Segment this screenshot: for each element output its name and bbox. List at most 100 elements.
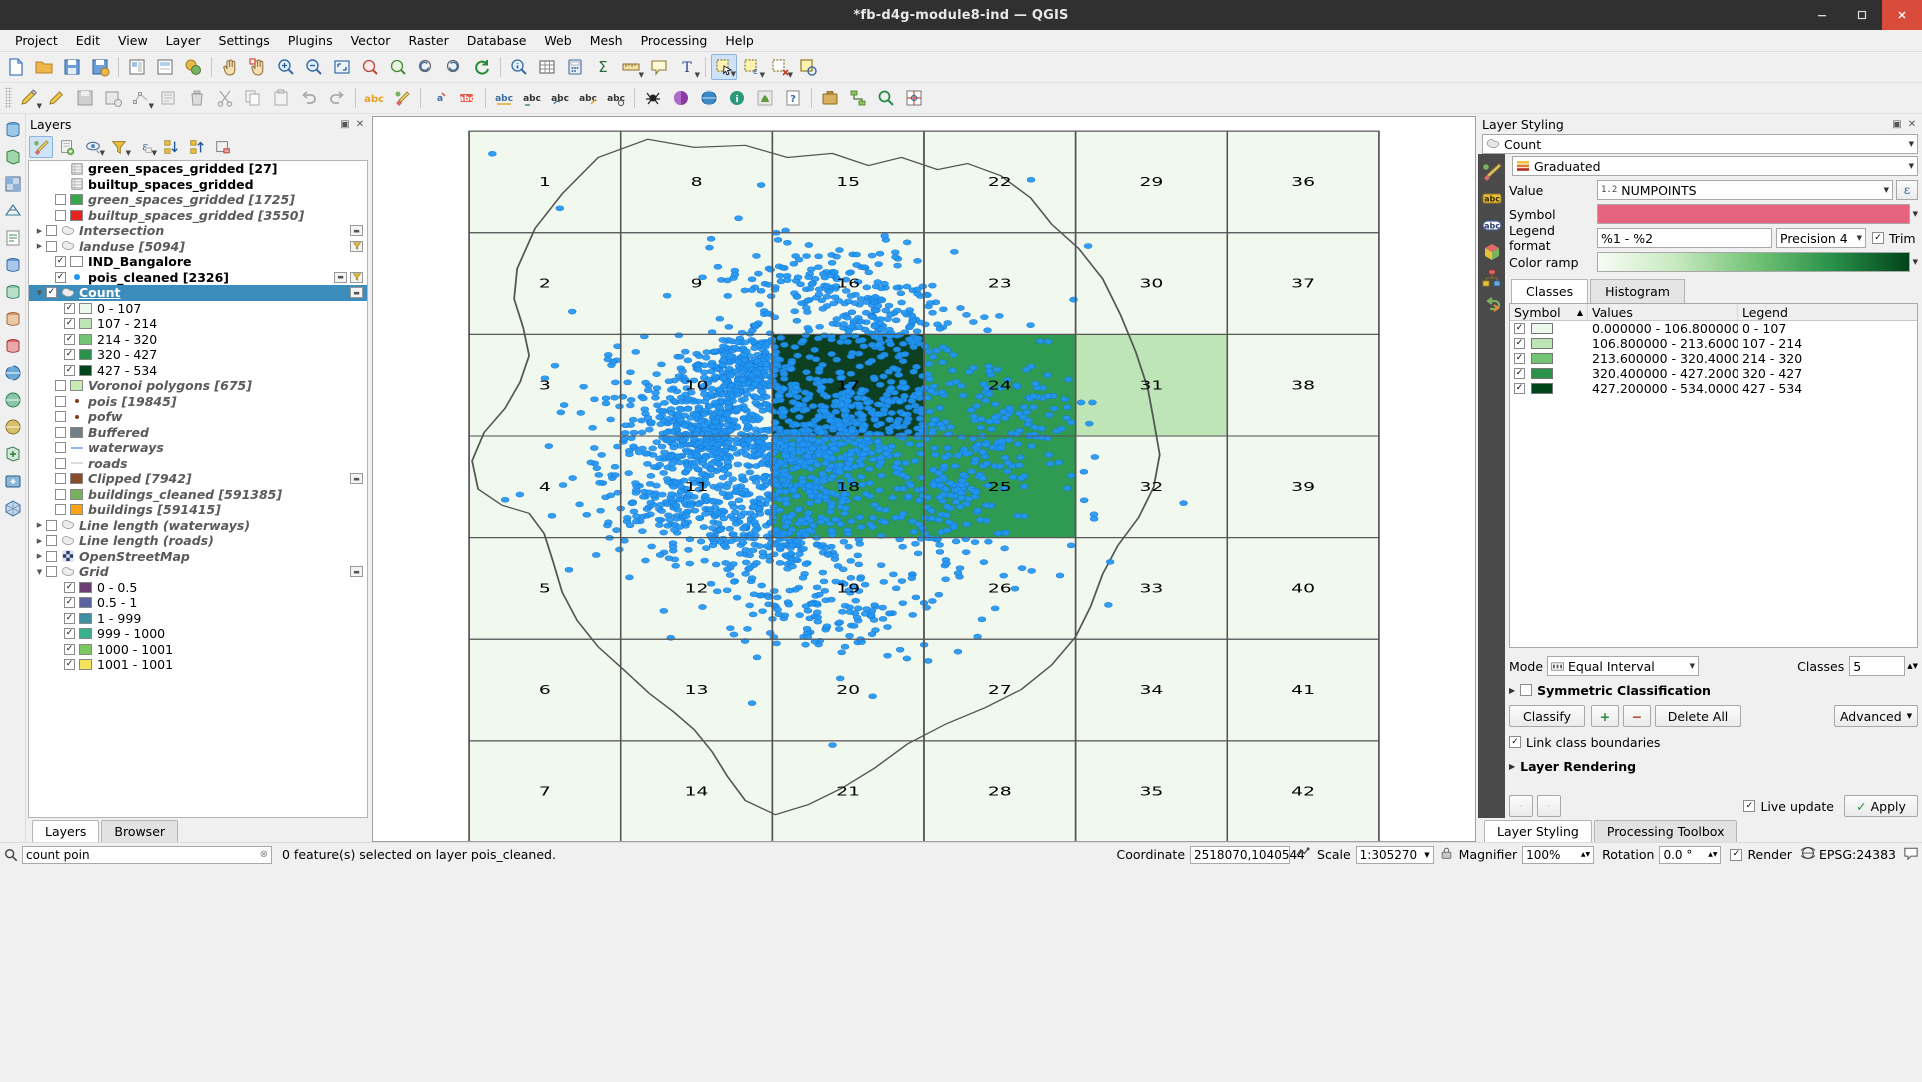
menu-project[interactable]: Project [6,31,67,50]
collapse-all-icon[interactable] [185,136,209,158]
redo-style-button[interactable] [1537,795,1561,817]
delete-class-button[interactable]: − [1623,705,1651,727]
toggle-extents-icon[interactable] [1296,846,1311,863]
identify-features-icon[interactable] [506,54,532,80]
layer-tree-item[interactable]: roads [29,456,367,472]
deselect-features-icon[interactable]: ▼ [767,54,793,80]
layer-selector-combo[interactable]: Count ▼ [1482,134,1918,154]
expression-editor-button[interactable]: ε [1896,180,1918,200]
filter-legend-icon[interactable]: ▼ [107,136,131,158]
clear-locator-icon[interactable]: ⊗ [260,849,268,860]
class-row[interactable]: ✓ 106.800000 - 213.600000107 - 214 [1510,336,1917,351]
tab-browser[interactable]: Browser [101,820,179,842]
chevron-down-icon[interactable]: ▼ [1913,210,1918,218]
expander-icon[interactable]: ▶ [1509,686,1515,695]
open-layer-styling-panel-icon[interactable] [29,136,53,158]
layer-tree-item[interactable]: builtup_spaces_gridded [3550] [29,208,367,224]
model-designer-icon[interactable] [845,85,871,111]
diagrams-icon[interactable] [1479,266,1504,291]
expander-icon[interactable]: ▶ [33,537,46,545]
class-legend-cell[interactable]: 214 - 320 [1738,351,1917,366]
layer-visibility-checkbox[interactable]: ✓ [64,333,75,345]
layer-tree-item[interactable]: Voronoi polygons [675] [29,378,367,394]
expand-all-icon[interactable] [159,136,183,158]
layer-tree-item[interactable]: ▶ Line length (waterways) [29,518,367,534]
layer-tree-item[interactable]: ✓ 1000 - 1001 [29,642,367,658]
layer-tree-item[interactable]: ✓ 0 - 0.5 [29,580,367,596]
filter-layer-icon[interactable] [350,271,363,283]
magnifier-input[interactable]: 100% ▲▼ [1522,845,1595,864]
layer-tree-item[interactable]: ✓ 999 - 1000 [29,626,367,642]
layer-visibility-checkbox[interactable]: ✓ [64,581,75,593]
chevron-down-icon[interactable]: ▼ [126,149,131,157]
labels-abc-yellow-icon[interactable]: abc [1479,185,1504,210]
plugin-purple-icon[interactable] [668,85,694,111]
layer-visibility-checkbox[interactable] [55,194,66,206]
remove-layer-icon[interactable] [211,136,235,158]
crs-label[interactable]: EPSG:24383 [1819,847,1896,862]
tab-processing-toolbox[interactable]: Processing Toolbox [1593,820,1738,842]
add-spatialite-layer-icon[interactable] [0,279,26,305]
menu-mesh[interactable]: Mesh [581,31,632,50]
close-panel-button[interactable]: ✕ [354,118,366,130]
layer-tree-item[interactable]: Clipped [7942] ▬ [29,471,367,487]
close-button[interactable] [1882,0,1922,30]
locator-input[interactable]: count poin ⊗ [22,845,272,864]
menu-processing[interactable]: Processing [632,31,717,50]
statistics-panel-icon[interactable]: Σ [590,54,616,80]
float-panel-button[interactable]: ▣ [1891,118,1903,130]
layer-visibility-checkbox[interactable] [55,488,66,500]
layer-visibility-checkbox[interactable]: ✓ [55,271,66,283]
chevron-down-icon[interactable]: ▼ [695,71,700,79]
class-values-cell[interactable]: 213.600000 - 320.400000 [1588,351,1738,366]
layer-tree[interactable]: green_spaces_gridded [27] builtup_spaces_… [28,160,368,818]
open-attribute-table-icon[interactable] [534,54,560,80]
layer-visibility-checkbox[interactable]: ✓ [64,628,75,640]
expander-icon[interactable]: ▶ [1509,762,1515,771]
add-oracle-layer-icon[interactable] [0,333,26,359]
highlight-pinned-labels-icon[interactable]: a [426,85,452,111]
map-canvas[interactable]: 1 8 15 22 29 36 2 9 16 23 30 37 3 10 17 24 31 38 4 11 18 25 32… [372,116,1476,842]
classes-table[interactable]: Symbol ▲ Values Legend ✓ 0.000000 - 106.8… [1509,303,1918,648]
toolbar-grip[interactable] [5,87,12,109]
class-row[interactable]: ✓ 427.200000 - 534.000000427 - 534 [1510,381,1917,396]
vertex-tool-icon[interactable]: ▼ [128,85,154,111]
style-manager-icon[interactable] [180,54,206,80]
trim-checkbox[interactable]: ✓ [1872,232,1884,244]
layer-tree-item[interactable]: ▶ landuse [5094] [29,239,367,255]
classify-button[interactable]: Classify [1509,705,1585,727]
layer-tree-item[interactable]: green_spaces_gridded [1725] [29,192,367,208]
current-edits-icon[interactable]: ▼ [16,85,42,111]
chevron-down-icon[interactable]: ▼ [1878,186,1889,194]
layer-visibility-checkbox[interactable] [46,566,57,578]
menu-raster[interactable]: Raster [399,31,457,50]
open-data-source-manager-icon[interactable] [0,117,26,143]
lock-scale-icon[interactable] [1440,846,1453,863]
paste-features-icon[interactable] [268,85,294,111]
class-values-cell[interactable]: 106.800000 - 213.600000 [1588,336,1738,351]
layer-tree-item[interactable]: pois [19845] [29,394,367,410]
layer-tree-item[interactable]: ✓ 0.5 - 1 [29,595,367,611]
layer-visibility-checkbox[interactable]: ✓ [64,659,75,671]
layer-visibility-checkbox[interactable] [46,519,57,531]
new-geopackage-layer-icon[interactable] [0,468,26,494]
toggle-editing-icon[interactable] [44,85,70,111]
chevron-down-icon[interactable]: ▼ [149,102,154,110]
layer-visibility-checkbox[interactable]: ✓ [64,364,75,376]
move-label-icon[interactable]: abc [519,85,545,111]
masks-abc-white-icon[interactable]: abc [1479,212,1504,237]
layer-tree-item[interactable]: ▼ Grid ▬ [29,564,367,580]
layer-visibility-checkbox[interactable] [55,442,66,454]
tab-layers[interactable]: Layers [32,820,100,842]
layer-tree-item[interactable]: ✓ IND_Bangalore [29,254,367,270]
cut-features-icon[interactable] [212,85,238,111]
save-layer-edits-icon[interactable] [72,85,98,111]
class-legend-cell[interactable]: 320 - 427 [1738,366,1917,381]
zoom-in-icon[interactable] [273,54,299,80]
pan-to-selection-icon[interactable] [245,54,271,80]
rotation-input[interactable]: 0.0 ° ▲▼ [1659,845,1722,864]
chevron-down-icon[interactable]: ▼ [152,149,157,157]
modify-attributes-icon[interactable] [156,85,182,111]
symmetric-checkbox[interactable] [1520,684,1533,696]
class-values-cell[interactable]: 427.200000 - 534.000000 [1588,381,1738,396]
